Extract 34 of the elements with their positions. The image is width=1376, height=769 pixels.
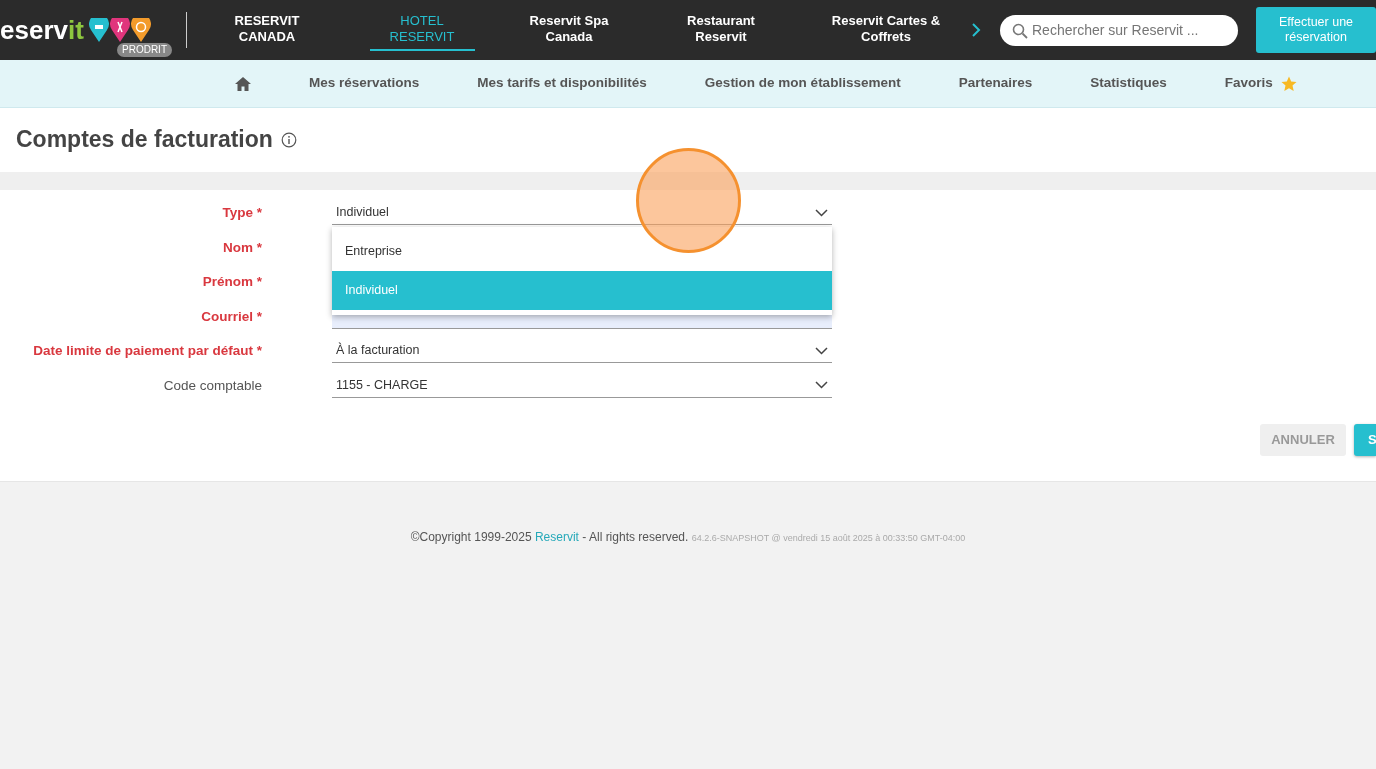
field-label: Type *: [221, 204, 262, 223]
field-label: Prénom *: [201, 273, 262, 292]
nav-link[interactable]: Gestion de mon établissement: [704, 73, 901, 94]
field-label: Code comptable: [162, 376, 262, 395]
nav-link[interactable]: Partenaires: [958, 73, 1033, 94]
nav-link[interactable]: Statistiques: [1090, 73, 1167, 94]
environment-badge: PRODRIT: [117, 43, 172, 57]
nav-link[interactable]: Mes réservations: [309, 73, 420, 94]
info-icon[interactable]: [280, 132, 297, 148]
nav-tab[interactable]: Reservit Spa Canada: [516, 9, 622, 51]
location-pins-icon: [88, 18, 151, 42]
nav-tab[interactable]: Restaurant Reservit: [668, 9, 774, 51]
dropdown-option[interactable]: Entreprise: [332, 232, 832, 271]
search-field[interactable]: Rechercher sur Reservit ...: [1000, 14, 1238, 46]
nav-tab[interactable]: Reservit Cartes & Coffrets: [811, 9, 961, 51]
chevron-down-icon: [815, 381, 828, 390]
select-field[interactable]: À la facturation: [332, 339, 832, 364]
nav-link[interactable]: Mes tarifs et disponibilités: [477, 73, 647, 94]
search-icon: [1012, 22, 1028, 39]
nav-tab[interactable]: RESERVIT CANADA: [214, 9, 320, 51]
star-icon: [1280, 75, 1297, 92]
nav-link[interactable]: Favoris: [1224, 73, 1273, 94]
version-text: 64.2.6-SNAPSHOT @ vendredi 15 août 2025 à 00:33:50 GMT-04:00: [691, 533, 966, 543]
chevron-down-icon: [815, 346, 828, 355]
nav-tab[interactable]: HOTEL RESERVIT: [369, 9, 475, 51]
home-icon[interactable]: [234, 75, 252, 92]
field-label: Courriel *: [200, 307, 262, 326]
field-label: Date limite de paiement par défaut *: [32, 342, 262, 361]
field-label: Nom *: [222, 238, 262, 257]
logo: eservit: [0, 17, 84, 43]
chevron-down-icon: [815, 208, 828, 217]
page-title: Comptes de facturation: [16, 126, 273, 154]
chevron-right-icon[interactable]: [971, 23, 981, 37]
footer-text: ©Copyright 1999-2025 Reservit - All rights reserved. 64.2.6-SNAPSHOT @ vendredi 15 août 2025 à 00:33:50 GMT-04:00: [409, 529, 967, 546]
